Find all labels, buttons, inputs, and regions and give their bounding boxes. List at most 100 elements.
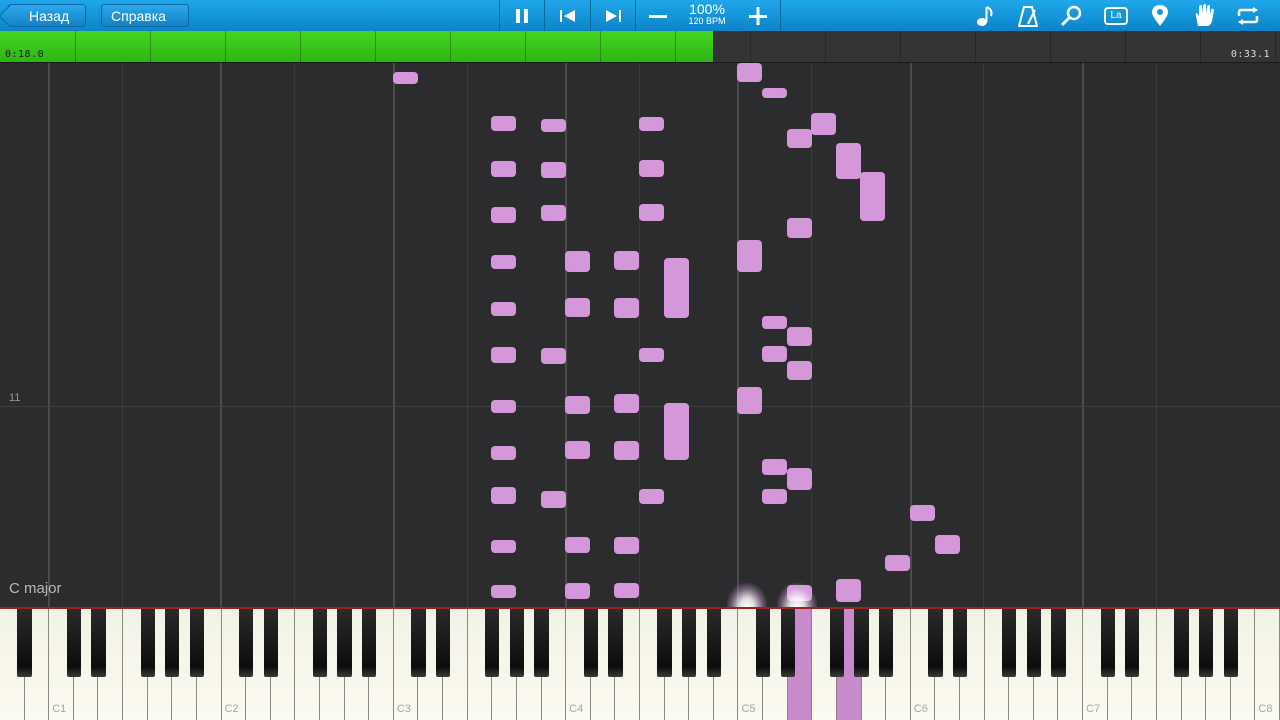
black-key[interactable] [411,609,426,677]
black-key[interactable] [91,609,106,677]
metronome-icon[interactable] [1013,0,1043,31]
progress-divider [450,31,451,62]
black-key[interactable] [928,609,943,677]
black-key[interactable] [435,609,451,677]
black-key[interactable] [337,609,352,677]
help-button-label: Справка [111,8,166,24]
octave-label: C4 [569,703,584,715]
help-button[interactable]: Справка [101,4,189,27]
black-key[interactable] [534,609,549,677]
black-key[interactable] [780,609,795,677]
falling-note [614,441,639,460]
note-icon[interactable] [970,0,1000,31]
falling-note [491,255,516,269]
octave-label: C3 [396,703,411,715]
black-key[interactable] [263,609,278,677]
falling-note [762,489,787,504]
black-key[interactable] [189,609,205,677]
black-key[interactable] [140,609,155,677]
falling-note [491,347,516,363]
black-key[interactable] [952,609,968,677]
black-key[interactable] [1174,609,1189,677]
loop-icon[interactable] [1232,0,1264,31]
octave-gridline [737,63,739,607]
black-key[interactable] [1026,609,1041,677]
measure-line [0,406,1280,407]
falling-note [541,119,566,132]
black-key[interactable] [829,609,845,677]
black-key[interactable] [706,609,721,677]
total-time: 0:33.1 [1230,49,1270,60]
falling-note [565,583,590,599]
progress-divider [1200,31,1201,62]
skip-forward-icon[interactable] [597,0,629,31]
black-key[interactable] [312,609,328,677]
progress-bar[interactable]: 0:18.0 0:33.1 [0,31,1280,63]
black-key[interactable] [1002,609,1017,677]
pause-icon[interactable] [506,0,538,31]
black-key[interactable] [608,609,623,677]
black-key[interactable] [879,609,894,677]
octave-label: C5 [741,703,756,715]
black-key[interactable] [1199,609,1214,677]
gridline [639,63,640,607]
black-key[interactable] [1223,609,1238,677]
la-icon[interactable]: La [1101,0,1131,31]
black-key[interactable] [657,609,672,677]
progress-divider [900,31,901,62]
falling-note [860,172,885,221]
black-key[interactable] [66,609,81,677]
octave-gridline [48,63,50,607]
gridline [1156,63,1157,607]
progress-divider [525,31,526,62]
falling-note [935,535,960,554]
falling-note [639,348,664,362]
plus-icon[interactable] [742,0,774,31]
falling-note [565,537,590,553]
key-hit-spark [727,583,767,607]
progress-divider [1050,31,1051,62]
black-key[interactable] [485,609,500,677]
gridline [294,63,295,607]
progress-divider [1275,31,1276,62]
falling-note [565,298,590,317]
skip-back-icon[interactable] [552,0,584,31]
octave-gridline [910,63,912,607]
black-key[interactable] [362,609,377,677]
black-key[interactable] [755,609,771,677]
falling-note [762,346,787,362]
current-time: 0:18.0 [5,49,45,60]
black-key[interactable] [854,609,869,677]
falling-note [811,113,836,135]
progress-divider [600,31,601,62]
tempo-label: 120 BPM [688,16,726,26]
falling-note [393,72,418,84]
gridline [467,63,468,607]
octave-label: C8 [1258,703,1273,715]
piano-keyboard[interactable]: C1 C2 C3 C4 C5 C6 C7 C8 [0,607,1280,720]
back-button[interactable]: Назад [8,4,86,27]
back-button-label: Назад [29,8,70,24]
black-key[interactable] [583,609,598,677]
measure-number: 11 [9,392,21,404]
hand-icon[interactable] [1189,0,1219,31]
falling-note [787,218,812,238]
black-key[interactable] [165,609,180,677]
location-icon[interactable] [1145,0,1175,31]
black-key[interactable] [1100,609,1115,677]
progress-divider [300,31,301,62]
black-key[interactable] [509,609,525,677]
black-key[interactable] [239,609,254,677]
minus-icon[interactable] [642,0,674,31]
black-key[interactable] [682,609,697,677]
progress-fill [0,31,713,62]
falling-note [491,302,516,316]
black-key[interactable] [17,609,32,677]
falling-note [639,204,664,221]
magnifier-icon[interactable] [1056,0,1088,31]
falling-note [639,489,664,504]
black-key[interactable] [1051,609,1066,677]
octave-label: C1 [52,703,67,715]
black-key[interactable] [1125,609,1140,677]
falling-note [565,251,590,272]
